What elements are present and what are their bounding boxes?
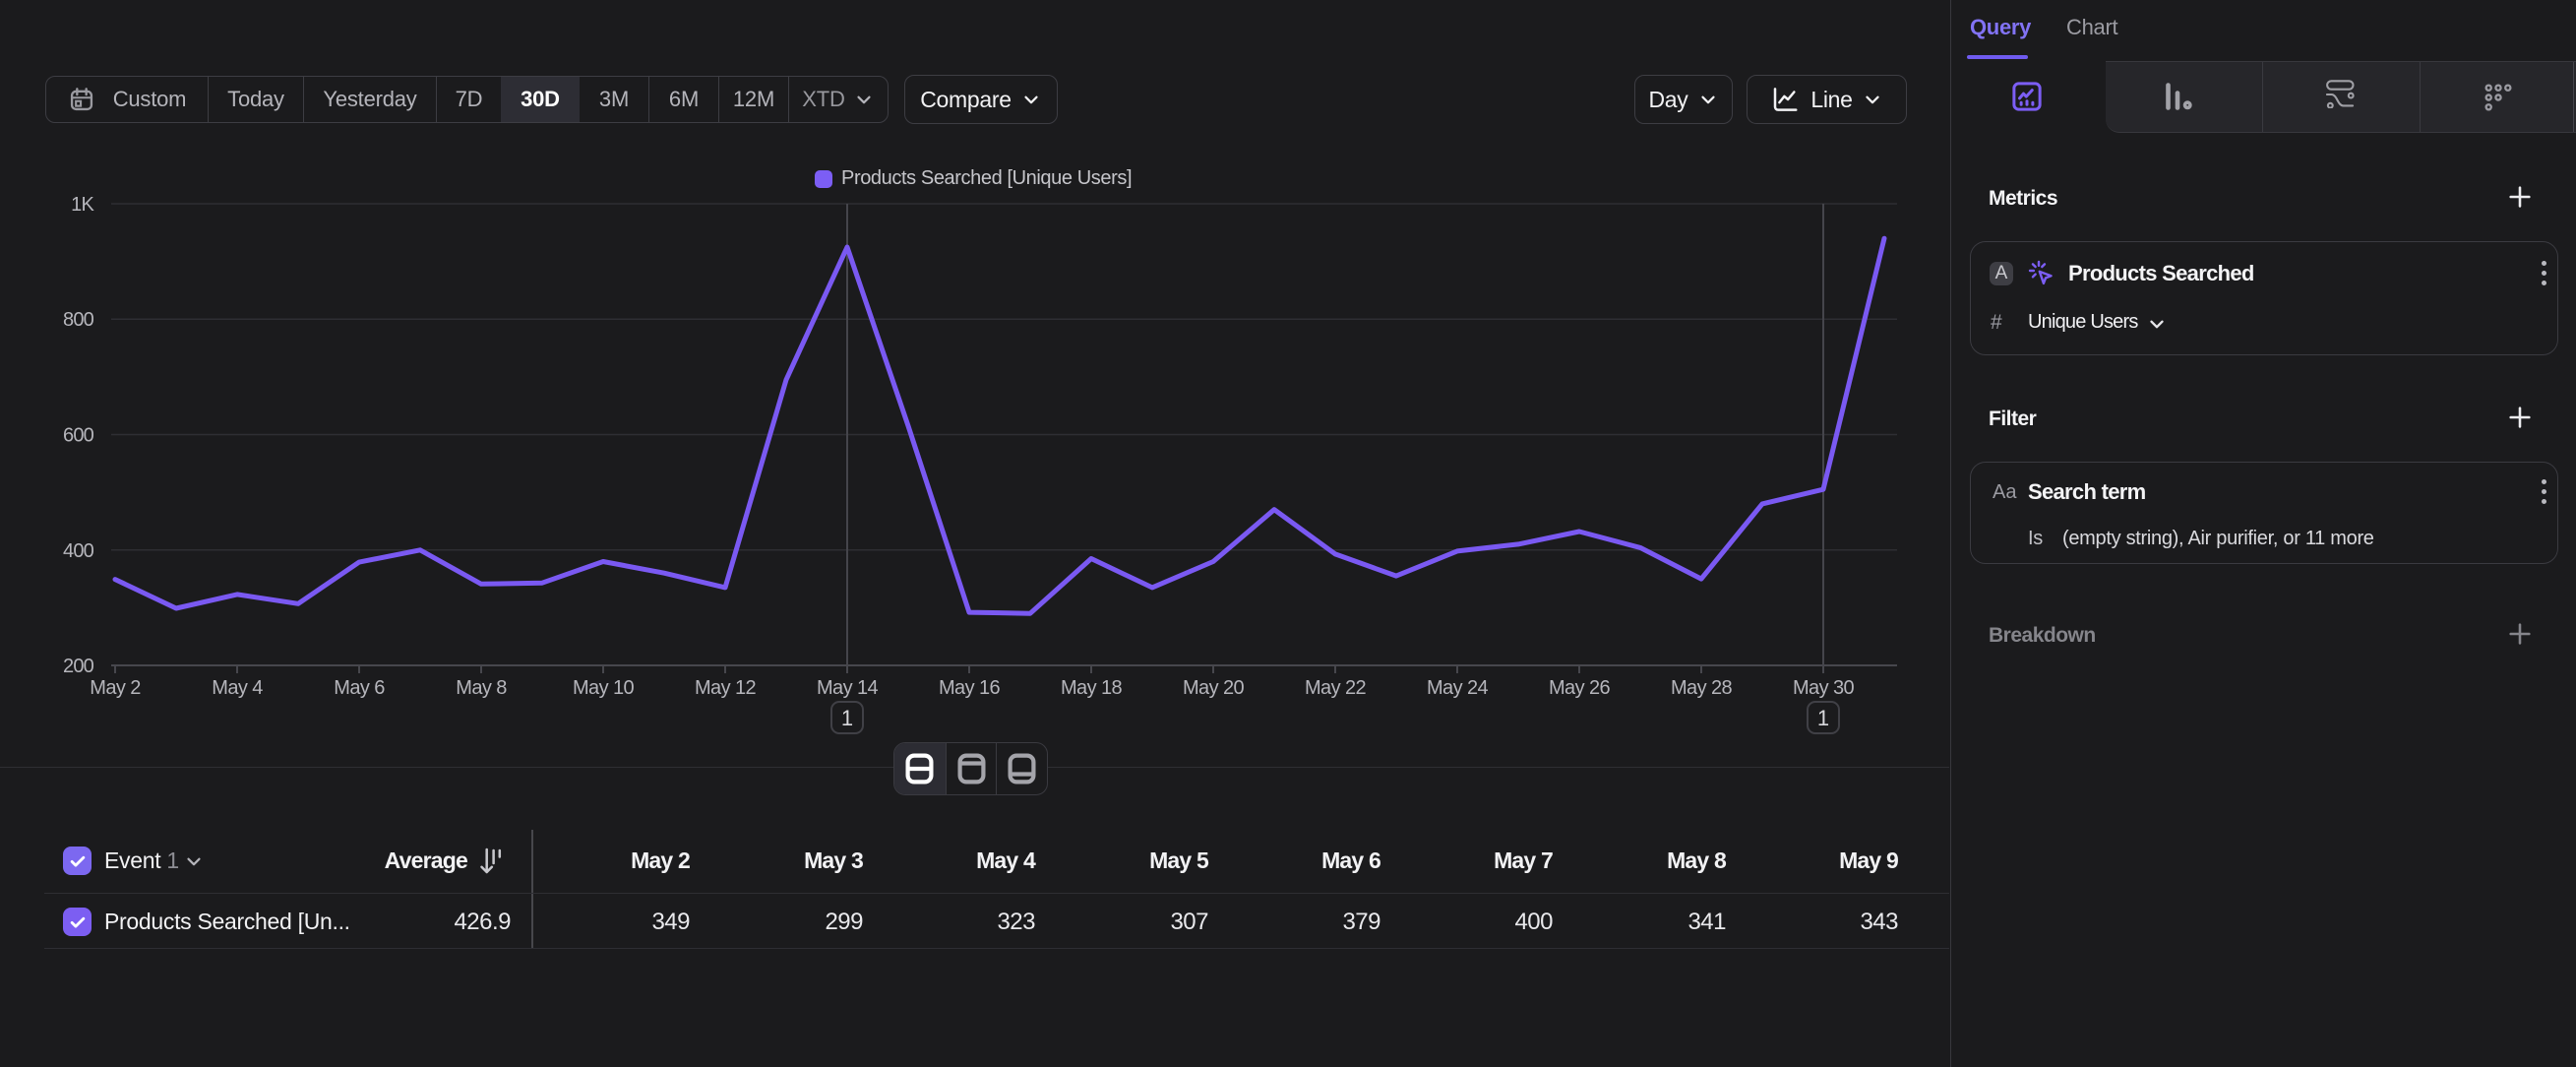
svg-text:May 6: May 6 <box>334 677 385 699</box>
svg-text:May 8: May 8 <box>456 677 507 699</box>
svg-text:May 2: May 2 <box>90 677 141 699</box>
svg-text:May 20: May 20 <box>1183 677 1244 699</box>
svg-text:May 14: May 14 <box>817 677 878 699</box>
svg-text:May 12: May 12 <box>695 677 756 699</box>
svg-text:1K: 1K <box>71 194 94 216</box>
svg-text:May 24: May 24 <box>1427 677 1488 699</box>
svg-text:May 30: May 30 <box>1793 677 1854 699</box>
svg-text:May 16: May 16 <box>939 677 1000 699</box>
svg-text:May 4: May 4 <box>212 677 263 699</box>
svg-text:May 28: May 28 <box>1671 677 1732 699</box>
svg-text:May 18: May 18 <box>1061 677 1122 699</box>
svg-text:400: 400 <box>63 540 94 562</box>
svg-text:1: 1 <box>1817 706 1829 730</box>
svg-text:May 10: May 10 <box>573 677 634 699</box>
svg-text:600: 600 <box>63 425 94 447</box>
svg-text:May 22: May 22 <box>1305 677 1366 699</box>
svg-text:800: 800 <box>63 309 94 331</box>
svg-text:200: 200 <box>63 656 94 677</box>
svg-text:1: 1 <box>841 706 853 730</box>
svg-text:May 26: May 26 <box>1549 677 1610 699</box>
